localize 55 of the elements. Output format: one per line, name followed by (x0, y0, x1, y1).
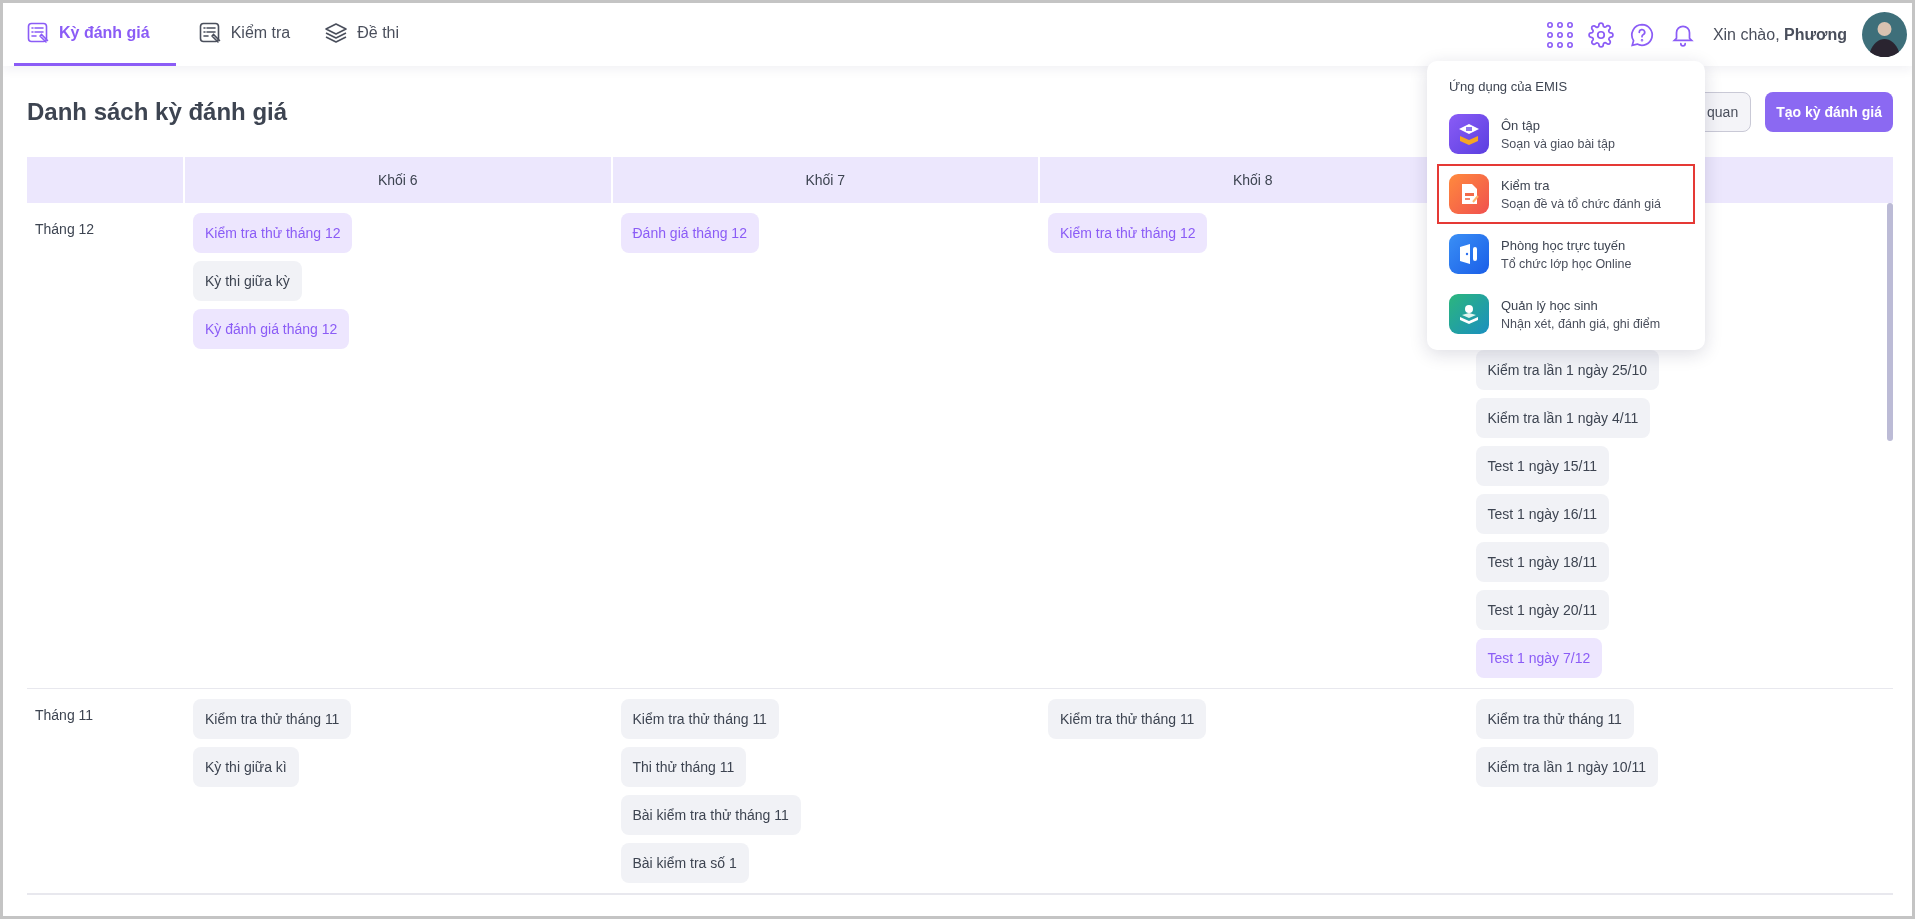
exam-chip[interactable]: Test 1 ngày 20/11 (1475, 590, 1609, 630)
month-label: Tháng 12 (35, 221, 95, 237)
app-description: Tổ chức lớp học Online (1501, 256, 1632, 271)
exam-chip[interactable]: Kiểm tra lần 1 ngày 10/11 (1475, 747, 1658, 787)
scrollbar[interactable] (1887, 203, 1893, 441)
app-description: Soạn và giao bài tập (1501, 136, 1615, 151)
help-icon[interactable] (1628, 21, 1655, 48)
exam-chip[interactable]: Test 1 ngày 15/11 (1475, 446, 1609, 486)
exam-chip[interactable]: Kiểm tra thử tháng 11 (1048, 699, 1207, 739)
menu-title: Ứng dụng của EMIS (1448, 79, 1569, 96)
app-menu-item[interactable]: Kiểm tra Soạn đề và tổ chức đánh giá (1437, 164, 1695, 224)
app-menu-item[interactable]: Quản lý học sinh Nhận xét, đánh giá, ghi điểm (1437, 284, 1695, 344)
nav-tab[interactable]: Đề thi (312, 3, 412, 66)
app-name: Ôn tập (1501, 117, 1542, 133)
exam-chip[interactable]: Kiểm tra thử tháng 11 (193, 699, 352, 739)
exam-chip[interactable]: Test 1 ngày 7/12 (1475, 638, 1603, 678)
app-name: Phòng học trực tuyến (1501, 237, 1627, 253)
exam-chip[interactable]: Kiểm tra thử tháng 12 (193, 213, 353, 253)
avatar[interactable] (1862, 12, 1907, 57)
exam-chip[interactable]: Bài kiểm tra thử tháng 11 (620, 795, 801, 835)
app-name: Kiểm tra (1501, 177, 1551, 193)
exam-chip[interactable]: Test 1 ngày 18/11 (1475, 542, 1609, 582)
apps-grid-icon[interactable] (1546, 21, 1573, 48)
exam-chip[interactable]: Thi thử tháng 11 (620, 747, 747, 787)
person-book-icon (1449, 294, 1489, 334)
document-pen-icon (1449, 174, 1489, 214)
layers-icon (324, 21, 349, 45)
exam-chip[interactable]: Kiểm tra thử tháng 11 (1475, 699, 1634, 739)
page-title: Danh sách kỳ đánh giá (27, 97, 288, 126)
app-description: Nhận xét, đánh giá, ghi điểm (1501, 316, 1661, 331)
exam-chip[interactable]: Kiểm tra lần 1 ngày 4/11 (1475, 398, 1651, 438)
column-header: Khối 7 (612, 157, 1038, 203)
app-menu-item[interactable]: Phòng học trực tuyến Tổ chức lớp học Online (1437, 224, 1695, 284)
app-description: Soạn đề và tổ chức đánh giá (1501, 196, 1661, 211)
door-icon (1449, 234, 1489, 274)
list-pen-icon (26, 21, 50, 45)
column-header: Khối 6 (185, 157, 611, 203)
exam-chip[interactable]: Đánh giá tháng 12 (620, 213, 759, 253)
settings-icon[interactable] (1587, 21, 1614, 48)
book-stack-icon (1449, 114, 1489, 154)
exam-chip[interactable]: Kiểm tra lần 1 ngày 25/10 (1475, 350, 1660, 390)
list-pen-icon (197, 21, 222, 45)
exam-chip[interactable]: Test 1 ngày 16/11 (1475, 494, 1609, 534)
exam-chip[interactable]: Bài kiểm tra số 1 (620, 843, 749, 883)
exam-chip[interactable]: Kỳ thi giữa kỳ (193, 261, 302, 301)
nav-tab[interactable]: Kỳ đánh giá (14, 3, 176, 66)
create-button[interactable]: Tạo kỳ đánh giá (1765, 91, 1893, 132)
month-label: Tháng 11 (35, 707, 94, 723)
greeting-text: Xin chào, Phương (1712, 25, 1847, 44)
exam-chip[interactable]: Kỳ thi giữa kì (193, 747, 299, 787)
exam-chip[interactable]: Kiểm tra thử tháng 12 (1048, 213, 1208, 253)
app-name: Quản lý học sinh (1501, 297, 1599, 313)
nav-tab[interactable]: Kiểm tra (185, 3, 303, 66)
exam-chip[interactable]: Kiểm tra thử tháng 11 (620, 699, 779, 739)
exam-chip[interactable]: Kỳ đánh giá tháng 12 (193, 309, 350, 349)
